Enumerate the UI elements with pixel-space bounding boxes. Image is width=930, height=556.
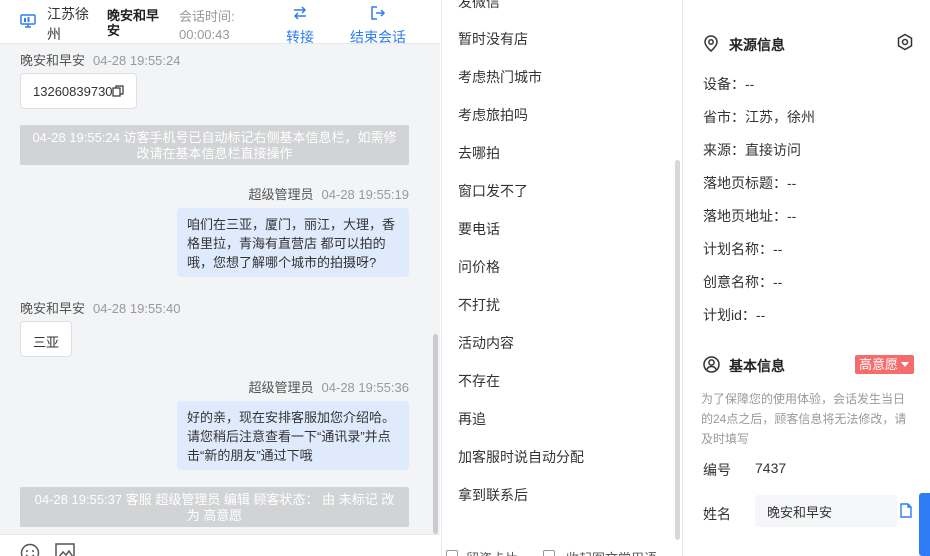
- edit-icon[interactable]: [899, 503, 913, 523]
- info-row-landing-url: 落地页地址--: [703, 206, 796, 226]
- transfer-label: 转接: [286, 29, 314, 45]
- quick-reply-item[interactable]: 暂时没有店: [458, 29, 528, 49]
- message-meta: 晚安和早安 04-28 19:55:24: [20, 50, 180, 69]
- visitor-name: 晚安和早安: [107, 8, 160, 38]
- quick-reply-item[interactable]: 加客服时说自动分配: [458, 447, 584, 467]
- system-note: 04-28 19:55:24 访客手机号已自动标记右侧基本信息栏，如需修改请在基…: [20, 125, 409, 165]
- end-session-button[interactable]: 结束会话: [348, 4, 408, 47]
- intent-status-label: 高意愿: [859, 357, 899, 372]
- quick-reply-item[interactable]: 拿到联系后: [458, 485, 528, 505]
- collapse-replies-checkbox[interactable]: [543, 550, 555, 556]
- intent-status-dropdown[interactable]: 高意愿: [855, 355, 915, 374]
- message-meta: 超级管理员 04-28 19:55:19: [249, 184, 409, 203]
- emoji-icon[interactable]: [20, 543, 40, 556]
- visitor-location: 江苏徐州: [47, 6, 89, 42]
- settings-icon[interactable]: [896, 33, 914, 56]
- transfer-icon: [280, 4, 320, 22]
- message-bubble-visitor: 三亚: [20, 321, 72, 357]
- message-time: 04-28 19:55:40: [93, 301, 181, 316]
- quick-reply-item[interactable]: 再追: [458, 409, 486, 429]
- id-value: 7437: [755, 460, 787, 476]
- name-input[interactable]: [755, 495, 897, 527]
- session-time-value: 00:00:43: [179, 27, 230, 42]
- quick-reply-item[interactable]: 问价格: [458, 257, 500, 277]
- info-row-plan-name: 计划名称--: [703, 239, 782, 259]
- lead-card-label: 留资卡片: [466, 548, 518, 556]
- name-label: 姓名: [703, 506, 731, 522]
- info-row-province: 省市江苏，徐州: [703, 107, 815, 127]
- message-sender: 超级管理员: [248, 187, 314, 202]
- monitor-icon: [20, 14, 36, 33]
- id-label: 编号: [703, 462, 731, 478]
- quick-reply-item[interactable]: 窗口发不了: [458, 181, 528, 201]
- chat-toolbar: [0, 534, 440, 556]
- chat-panel: 江苏徐州 晚安和早安 会话时间: 00:00:43 转接 结束会话 晚安和早安 0…: [0, 0, 440, 556]
- message-meta: 超级管理员 04-28 19:55:36: [249, 377, 409, 396]
- quick-reply-item[interactable]: 不打扰: [458, 295, 500, 315]
- quick-reply-footer: 留资卡片 收起图文常用语: [442, 540, 681, 556]
- quick-reply-item[interactable]: 发微信: [458, 0, 500, 12]
- quick-reply-item[interactable]: 活动内容: [458, 333, 514, 353]
- copy-icon[interactable]: [112, 85, 124, 100]
- message-bubble-agent: 咱们在三亚，厦门，丽江，大理，香格里拉，青海有直营店 都可以拍的哦，您想了解哪个…: [177, 208, 409, 277]
- message-text: 13260839730: [33, 84, 113, 99]
- message-sender: 晚安和早安: [20, 53, 86, 68]
- side-panel-tab[interactable]: [919, 493, 930, 556]
- visitor-info-panel: 来源信息 设备-- 省市江苏，徐州 来源直接访问 落地页标题-- 落地页地址--…: [682, 0, 930, 556]
- edit-deadline-note: 为了保障您的使用体验，会话发生当日的24点之后，顾客信息将无法修改，请及时填写: [701, 392, 907, 446]
- info-row-landing-title: 落地页标题--: [703, 173, 796, 193]
- system-note: 04-28 19:55:37 客服 超级管理员 编辑 顾客状态： 由 未标记 改…: [20, 487, 409, 527]
- info-row-source: 来源直接访问: [703, 140, 801, 160]
- message-bubble-phone: 13260839730: [20, 73, 137, 109]
- exit-icon: [348, 4, 408, 22]
- message-time: 04-28 19:55:36: [321, 380, 409, 395]
- user-icon: [703, 356, 720, 376]
- message-time: 04-28 19:55:19: [321, 187, 409, 202]
- location-pin-icon: [703, 35, 719, 55]
- image-icon[interactable]: [55, 543, 75, 556]
- quick-reply-item[interactable]: 去哪拍: [458, 143, 500, 163]
- message-bubble-agent: 好的亲，现在安排客服加您介绍哈。请您稍后注意查看一下“通讯录”并点击“新的朋友”…: [177, 401, 409, 470]
- lead-card-checkbox[interactable]: [446, 550, 458, 556]
- transfer-button[interactable]: 转接: [280, 4, 320, 47]
- quick-reply-item[interactable]: 考虑旅拍吗: [458, 105, 528, 125]
- quick-reply-item[interactable]: 考虑热门城市: [458, 67, 542, 87]
- chat-scrollbar[interactable]: [433, 334, 438, 534]
- message-sender: 超级管理员: [248, 380, 314, 395]
- end-session-label: 结束会话: [350, 29, 406, 45]
- caret-down-icon: [901, 362, 910, 367]
- info-row-plan-id: 计划id--: [703, 305, 765, 325]
- session-time-label: 会话时间:: [179, 9, 235, 24]
- collapse-replies-label: 收起图文常用语: [566, 548, 657, 556]
- quick-reply-item[interactable]: 要电话: [458, 219, 500, 239]
- message-time: 04-28 19:55:24: [93, 53, 181, 68]
- info-row-creative-name: 创意名称--: [703, 272, 782, 292]
- message-meta: 晚安和早安 04-28 19:55:40: [20, 298, 180, 317]
- quick-reply-panel: 发微信 暂时没有店 考虑热门城市 考虑旅拍吗 去哪拍 窗口发不了 要电话 问价格…: [441, 0, 681, 556]
- info-row-device: 设备--: [703, 74, 754, 94]
- quick-reply-item[interactable]: 不存在: [458, 371, 500, 391]
- chat-workspace: 江苏徐州 晚安和早安 会话时间: 00:00:43 转接 结束会话 晚安和早安 0…: [0, 0, 930, 556]
- quick-reply-scrollbar[interactable]: [675, 160, 680, 540]
- message-sender: 晚安和早安: [20, 301, 86, 316]
- chat-header: 江苏徐州 晚安和早安 会话时间: 00:00:43 转接 结束会话: [0, 0, 440, 47]
